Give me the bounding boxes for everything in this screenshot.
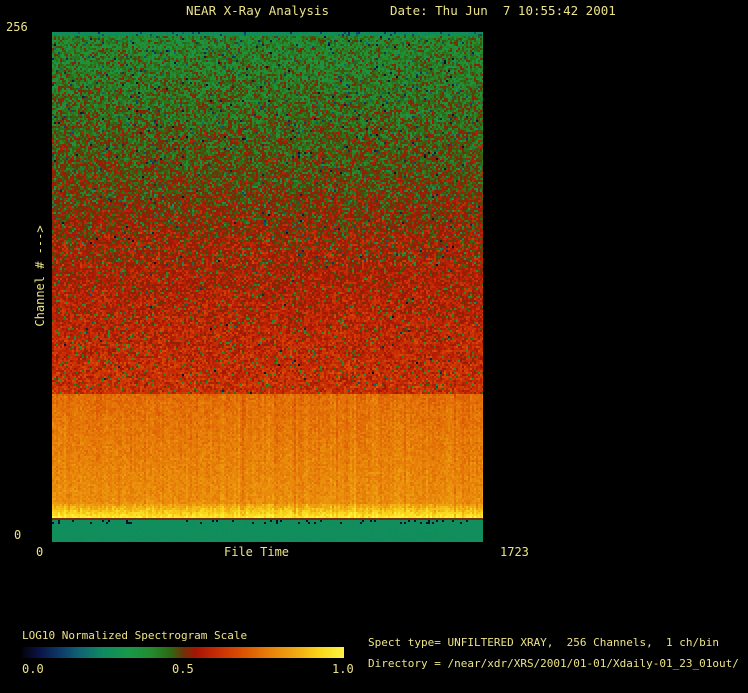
x-axis-label: File Time	[224, 545, 290, 559]
colorbar-gradient	[22, 647, 344, 658]
x-axis-max-tick: 1723	[500, 545, 529, 559]
y-axis-min-tick: 0	[14, 528, 22, 542]
spectrogram-image	[52, 32, 483, 542]
plot-title: NEAR X-Ray Analysis	[186, 3, 329, 18]
colorbar-tick-min: 0.0	[22, 662, 44, 676]
y-axis-max-tick: 256	[6, 20, 28, 34]
colorbar-tick-mid: 0.5	[172, 662, 194, 676]
plot-date: Date: Thu Jun 7 10:55:42 2001	[390, 3, 616, 18]
directory-text: Directory = /near/xdr/XRS/2001/01-01/Xda…	[368, 657, 739, 670]
spect-type-text: Spect type= UNFILTERED XRAY, 256 Channel…	[368, 636, 719, 649]
app-window: NEAR X-Ray Analysis Date: Thu Jun 7 10:5…	[0, 0, 748, 693]
x-axis-min-tick: 0	[36, 545, 44, 559]
y-axis-label: Channel # --->	[33, 225, 47, 327]
colorbar-title: LOG10 Normalized Spectrogram Scale	[22, 629, 248, 642]
colorbar-tick-max: 1.0	[332, 662, 354, 676]
